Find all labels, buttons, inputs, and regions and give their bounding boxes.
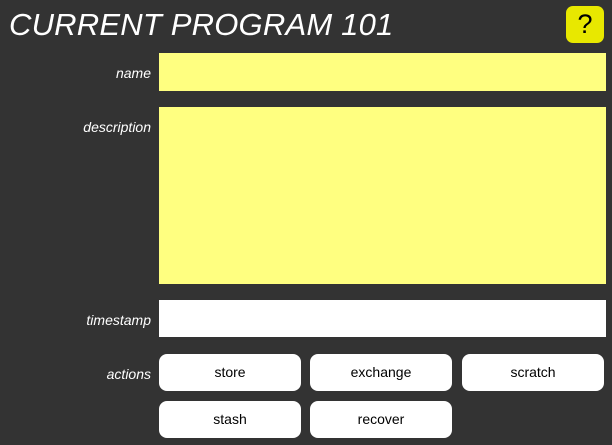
help-button[interactable]: ? xyxy=(566,6,604,43)
page-title: CURRENT PROGRAM 101 xyxy=(9,7,394,42)
description-textarea[interactable] xyxy=(159,107,606,284)
timestamp-input[interactable] xyxy=(159,300,606,337)
store-button[interactable]: store xyxy=(159,354,301,391)
name-label: name xyxy=(115,65,151,81)
description-label: description xyxy=(83,119,151,135)
actions-label: actions xyxy=(106,366,151,382)
recover-button[interactable]: recover xyxy=(310,401,452,438)
stash-button[interactable]: stash xyxy=(159,401,301,438)
scratch-button[interactable]: scratch xyxy=(462,354,604,391)
name-input[interactable] xyxy=(159,53,606,91)
question-mark-icon: ? xyxy=(577,9,593,39)
timestamp-label: timestamp xyxy=(86,312,151,328)
exchange-button[interactable]: exchange xyxy=(310,354,452,391)
